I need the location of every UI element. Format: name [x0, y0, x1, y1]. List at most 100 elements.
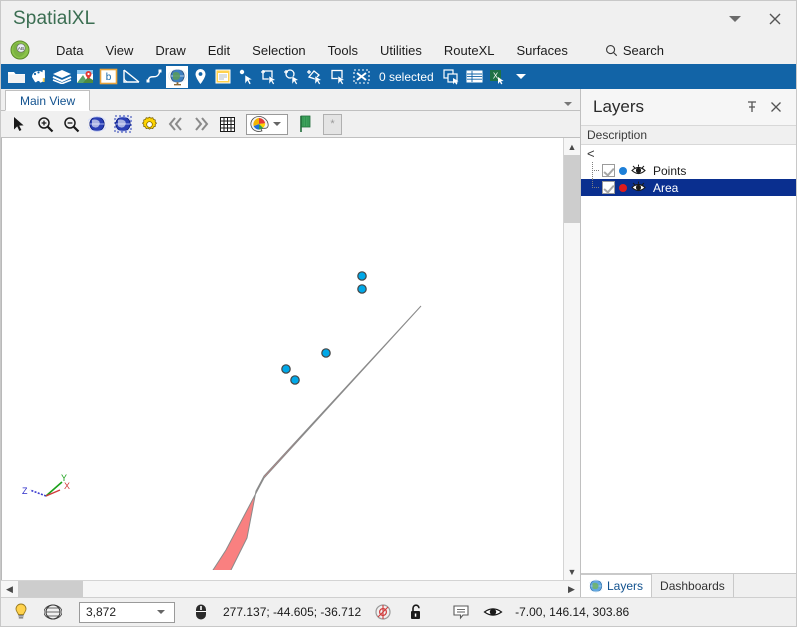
zoom-layer-button[interactable] — [111, 113, 135, 135]
boundary-button[interactable]: b — [97, 66, 119, 88]
layer-checkbox-area[interactable] — [602, 181, 615, 194]
render-mode-button[interactable] — [39, 600, 67, 624]
close-button[interactable] — [760, 4, 790, 34]
message-button[interactable] — [447, 600, 475, 624]
menu-item-selection[interactable]: Selection — [241, 40, 316, 61]
horizontal-scroll-thumb[interactable] — [18, 581, 83, 597]
layer-color-swatch-points[interactable] — [619, 166, 627, 175]
map-point-5[interactable] — [290, 375, 300, 385]
select-rect-add-button[interactable] — [258, 66, 280, 88]
layer-visibility-eye-icon-points[interactable] — [631, 164, 646, 177]
palette-brush-icon — [31, 70, 45, 83]
map-point-4[interactable] — [281, 364, 291, 374]
menu-item-routexl[interactable]: RouteXL — [433, 40, 506, 61]
select-lasso-icon — [306, 70, 323, 85]
next-view-button[interactable] — [189, 113, 213, 135]
svg-text:b: b — [105, 72, 111, 83]
measure-angle-button[interactable] — [120, 66, 142, 88]
toolbar-overflow-caret-down-icon[interactable] — [515, 74, 526, 79]
menu-item-draw[interactable]: Draw — [144, 40, 196, 61]
layers-tree[interactable]: < Points Area — [581, 145, 796, 573]
zoom-in-button[interactable] — [33, 113, 57, 135]
menu-item-tools[interactable]: Tools — [317, 40, 369, 61]
lock-button[interactable] — [401, 600, 429, 624]
layer-checkbox-points[interactable] — [602, 164, 615, 177]
svg-text:AB: AB — [18, 46, 24, 51]
snap-target-button[interactable] — [369, 600, 397, 624]
color-palette-combo[interactable] — [246, 113, 288, 135]
scale-value: 3,872 — [86, 605, 117, 619]
layer-row-points[interactable]: Points — [581, 162, 796, 179]
scroll-right-arrow-icon[interactable]: ▶ — [563, 581, 580, 597]
canvas-horizontal-scrollbar[interactable]: ◀ ▶ — [1, 580, 580, 597]
bookmark-flag-button[interactable] — [295, 113, 317, 135]
layers-button[interactable] — [51, 66, 73, 88]
tab-main-view[interactable]: Main View — [5, 90, 91, 111]
panel-tab-layers[interactable]: Layers — [581, 574, 653, 597]
basemap-button[interactable] — [74, 66, 96, 88]
attribute-table-button[interactable] — [464, 66, 486, 88]
scale-combo[interactable]: 3,872 — [79, 601, 175, 623]
styles-button[interactable] — [28, 66, 50, 88]
app-globe-icon[interactable]: AB — [9, 40, 31, 60]
scale-combo-caret-down-icon[interactable] — [157, 610, 165, 614]
pin-icon — [748, 101, 756, 112]
menu-item-utilities[interactable]: Utilities — [369, 40, 433, 61]
copy-feature-button[interactable] — [441, 66, 463, 88]
export-excel-button[interactable]: X — [487, 66, 509, 88]
map-canvas[interactable]: Z Y X 100m — [1, 138, 563, 580]
globe-icon — [167, 68, 187, 85]
menu-item-edit[interactable]: Edit — [197, 40, 241, 61]
minimize-button[interactable] — [720, 4, 750, 34]
view-globe-button[interactable] — [166, 65, 188, 88]
tree-branch-icon — [587, 179, 599, 196]
select-circle-icon — [283, 69, 300, 85]
map-point-3[interactable] — [321, 348, 331, 358]
scroll-left-arrow-icon[interactable]: ◀ — [1, 581, 18, 597]
horizontal-scroll-track[interactable] — [83, 581, 563, 597]
select-point-button[interactable] — [235, 66, 257, 88]
annotate-button[interactable] — [212, 66, 234, 88]
edit-nodes-button[interactable] — [143, 66, 165, 88]
layers-panel-pin-button[interactable] — [740, 95, 764, 119]
canvas-vertical-scrollbar[interactable]: ▲ ▼ — [563, 138, 580, 580]
layer-color-swatch-area[interactable] — [619, 183, 627, 192]
open-project-button[interactable] — [5, 66, 27, 88]
view-settings-button[interactable] — [137, 113, 161, 135]
previous-view-button[interactable] — [163, 113, 187, 135]
add-marker-button[interactable] — [189, 66, 211, 88]
menu-search[interactable]: Search — [605, 43, 664, 58]
selection-status: 0 selected — [379, 69, 434, 84]
wireframe-globe-icon — [44, 604, 62, 620]
globe-zoom-layer-icon — [114, 115, 132, 133]
color-palette-caret-down-icon[interactable] — [273, 122, 281, 126]
favorites-button[interactable]: * — [323, 113, 342, 135]
menu-item-data[interactable]: Data — [45, 40, 94, 61]
tab-strip-caret-down-icon[interactable] — [564, 102, 572, 106]
panel-tab-dashboards[interactable]: Dashboards — [652, 574, 734, 597]
clear-selection-button[interactable] — [350, 66, 372, 88]
toggle-grid-button[interactable] — [215, 113, 239, 135]
map-point-2[interactable] — [357, 284, 367, 294]
layers-tree-root[interactable]: < — [581, 145, 796, 162]
vertical-scroll-track[interactable] — [564, 223, 580, 563]
menu-item-view[interactable]: View — [94, 40, 144, 61]
pan-select-tool-button[interactable] — [7, 113, 31, 135]
select-lasso-button[interactable] — [304, 66, 326, 88]
search-icon — [605, 44, 617, 56]
layer-row-area[interactable]: Area — [581, 179, 796, 196]
hint-button[interactable] — [7, 600, 35, 624]
scroll-up-arrow-icon[interactable]: ▲ — [564, 138, 580, 155]
menu-item-surfaces[interactable]: Surfaces — [506, 40, 579, 61]
select-rectangle-button[interactable] — [327, 66, 349, 88]
layer-visibility-eye-icon-area[interactable] — [631, 181, 646, 194]
select-circle-button[interactable] — [281, 66, 303, 88]
scroll-down-arrow-icon[interactable]: ▼ — [564, 563, 580, 580]
map-point-1[interactable] — [357, 271, 367, 281]
area-polygon[interactable] — [166, 305, 422, 570]
vertical-scroll-thumb[interactable] — [564, 155, 580, 223]
zoom-extent-button[interactable] — [85, 113, 109, 135]
zoom-out-button[interactable] — [59, 113, 83, 135]
layers-panel-close-button[interactable] — [764, 95, 788, 119]
select-point-icon — [239, 69, 253, 85]
